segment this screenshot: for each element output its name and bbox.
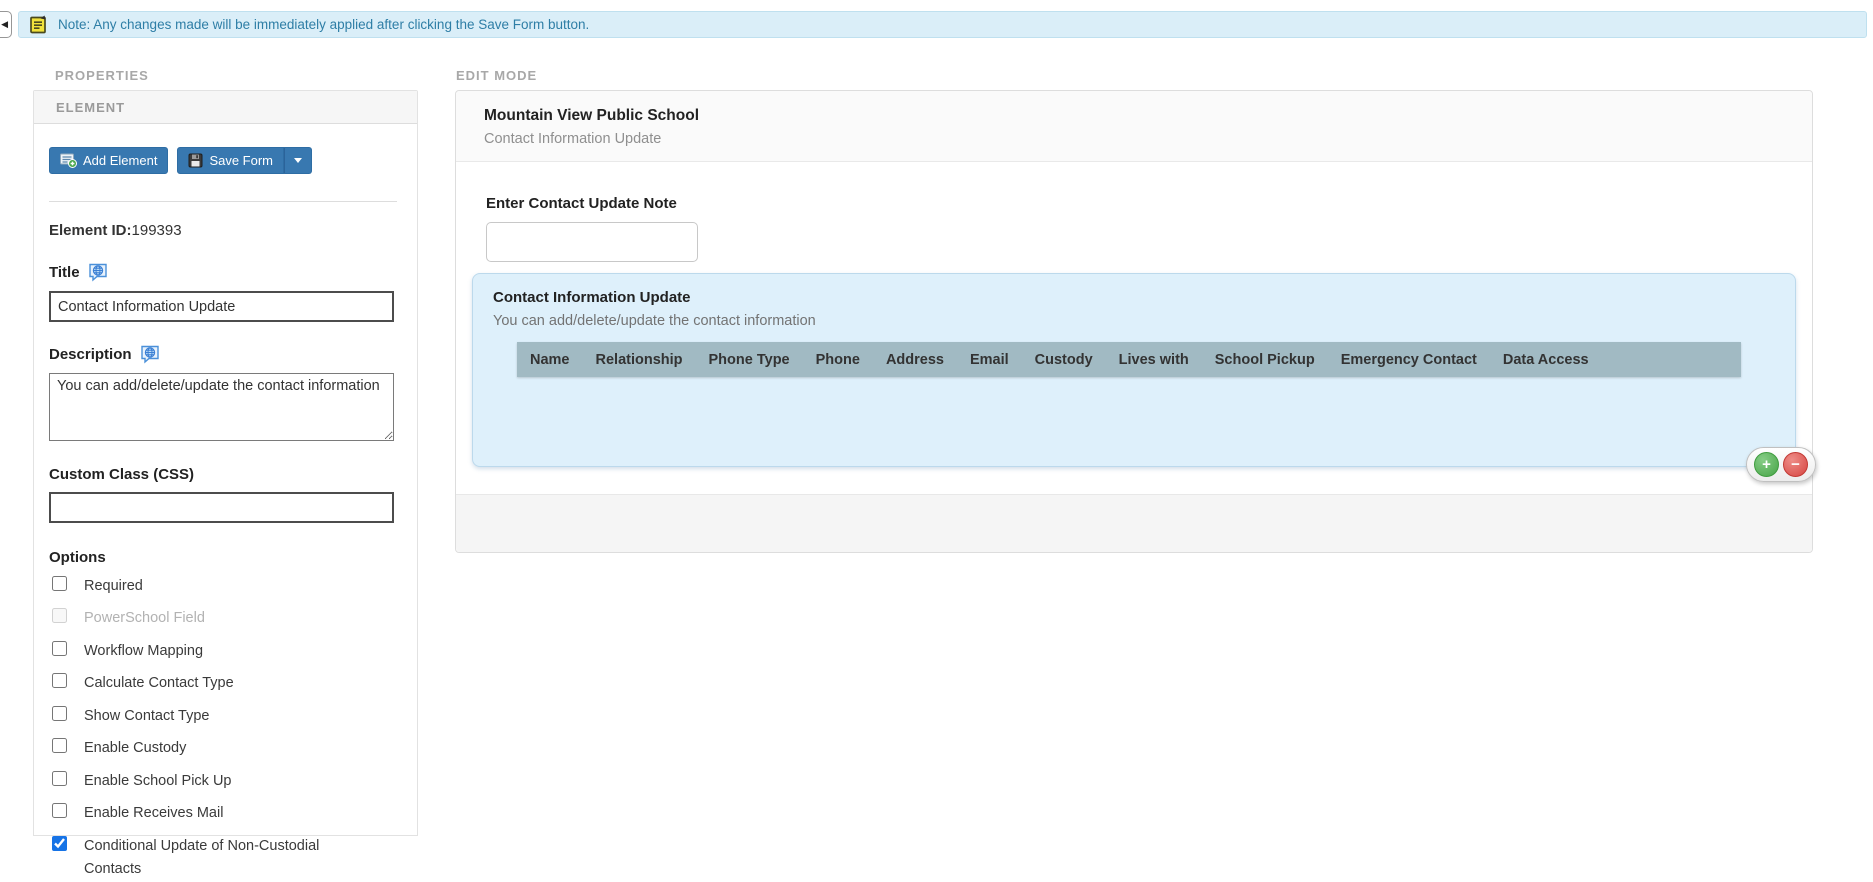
column-header-relationship: Relationship bbox=[583, 352, 696, 368]
option-checkbox[interactable] bbox=[52, 803, 67, 818]
option-checkbox[interactable] bbox=[52, 706, 67, 721]
option-checkbox[interactable] bbox=[52, 738, 67, 753]
form-add-icon bbox=[60, 153, 77, 168]
option-row-calculate-contact-type: Calculate Contact Type bbox=[49, 672, 397, 695]
column-header-emergency-contact: Emergency Contact bbox=[1328, 352, 1490, 368]
form-title: Contact Information Update bbox=[484, 131, 1784, 147]
collapse-arrow-icon: ◀ bbox=[1, 19, 8, 30]
contact-information-block[interactable]: Contact Information Update You can add/d… bbox=[472, 273, 1796, 467]
floppy-disk-icon bbox=[188, 153, 203, 168]
option-row-enable-custody: Enable Custody bbox=[49, 737, 397, 760]
column-header-phone: Phone bbox=[803, 352, 873, 368]
element-id-value: 199393 bbox=[132, 222, 182, 239]
edit-mode-section-label: EDIT MODE bbox=[456, 68, 537, 83]
save-form-label: Save Form bbox=[209, 153, 273, 168]
contact-block-title: Contact Information Update bbox=[493, 289, 1775, 306]
form-footer bbox=[456, 494, 1812, 552]
option-checkbox[interactable] bbox=[52, 836, 67, 851]
column-header-custody: Custody bbox=[1022, 352, 1106, 368]
description-label-row: Description bbox=[49, 344, 397, 364]
option-label: Enable Receives Mail bbox=[84, 802, 223, 825]
option-checkbox[interactable] bbox=[52, 576, 67, 591]
form-header: Mountain View Public School Contact Info… bbox=[456, 91, 1812, 162]
column-header-phone-type: Phone Type bbox=[696, 352, 803, 368]
element-panel-header: ELEMENT bbox=[34, 91, 417, 124]
option-label: Calculate Contact Type bbox=[84, 672, 234, 695]
column-header-address: Address bbox=[873, 352, 957, 368]
option-label: Conditional Update of Non-Custodial Cont… bbox=[84, 835, 336, 882]
option-row-required: Required bbox=[49, 575, 397, 598]
title-label: Title bbox=[49, 264, 80, 281]
element-id-label: Element ID: bbox=[49, 222, 132, 239]
option-label: Enable School Pick Up bbox=[84, 770, 232, 793]
option-row-workflow-mapping: Workflow Mapping bbox=[49, 640, 397, 663]
option-row-show-contact-type: Show Contact Type bbox=[49, 705, 397, 728]
globe-bubble-icon[interactable] bbox=[88, 262, 108, 282]
contact-update-note-input[interactable] bbox=[486, 222, 698, 262]
option-label: Required bbox=[84, 575, 143, 598]
element-id-row: Element ID:199393 bbox=[49, 222, 397, 239]
option-row-powerschool-field: PowerSchool Field bbox=[49, 607, 397, 630]
note-text: Note: Any changes made will be immediate… bbox=[58, 17, 589, 32]
properties-section-label: PROPERTIES bbox=[55, 68, 149, 83]
custom-class-input[interactable] bbox=[49, 492, 394, 523]
option-label: Show Contact Type bbox=[84, 705, 209, 728]
option-row-enable-school-pick-up: Enable School Pick Up bbox=[49, 770, 397, 793]
row-action-buttons: + − bbox=[1746, 447, 1816, 482]
globe-bubble-icon[interactable] bbox=[140, 344, 160, 364]
add-element-label: Add Element bbox=[83, 153, 157, 168]
note-bar: Note: Any changes made will be immediate… bbox=[18, 11, 1867, 38]
form-body: Enter Contact Update Note Contact Inform… bbox=[456, 162, 1812, 467]
toolbar-divider bbox=[49, 201, 397, 202]
save-form-split-button: Save Form bbox=[177, 147, 312, 174]
custom-class-label: Custom Class (CSS) bbox=[49, 466, 397, 483]
caret-down-icon bbox=[294, 158, 302, 163]
title-input[interactable] bbox=[49, 291, 394, 322]
contact-update-note-label: Enter Contact Update Note bbox=[486, 195, 1796, 212]
contact-block-subtitle: You can add/delete/update the contact in… bbox=[493, 313, 1775, 329]
save-form-dropdown-button[interactable] bbox=[284, 147, 312, 174]
plus-circle-icon[interactable]: + bbox=[1754, 452, 1779, 477]
school-name: Mountain View Public School bbox=[484, 107, 1784, 125]
column-header-name: Name bbox=[517, 352, 583, 368]
contact-table-header: Name Relationship Phone Type Phone Addre… bbox=[517, 342, 1741, 377]
option-label: Workflow Mapping bbox=[84, 640, 203, 663]
option-checkbox[interactable] bbox=[52, 771, 67, 786]
element-properties-panel: ELEMENT Add Element bbox=[33, 90, 418, 836]
option-row-enable-receives-mail: Enable Receives Mail bbox=[49, 802, 397, 825]
option-label: Enable Custody bbox=[84, 737, 186, 760]
minus-circle-icon[interactable]: − bbox=[1783, 452, 1808, 477]
option-row-conditional-update: Conditional Update of Non-Custodial Cont… bbox=[49, 835, 397, 882]
save-form-button[interactable]: Save Form bbox=[177, 147, 284, 174]
sidebar-collapse-button[interactable]: ◀ bbox=[0, 11, 12, 38]
title-label-row: Title bbox=[49, 262, 397, 282]
description-textarea[interactable]: You can add/delete/update the contact in… bbox=[49, 373, 394, 441]
description-label: Description bbox=[49, 346, 132, 363]
column-header-data-access: Data Access bbox=[1490, 352, 1602, 368]
column-header-lives-with: Lives with bbox=[1106, 352, 1202, 368]
edit-mode-card: Mountain View Public School Contact Info… bbox=[455, 90, 1813, 553]
options-label: Options bbox=[49, 549, 397, 566]
column-header-school-pickup: School Pickup bbox=[1202, 352, 1328, 368]
option-checkbox bbox=[52, 608, 67, 623]
option-checkbox[interactable] bbox=[52, 673, 67, 688]
add-element-button[interactable]: Add Element bbox=[49, 147, 168, 174]
option-checkbox[interactable] bbox=[52, 641, 67, 656]
option-label: PowerSchool Field bbox=[84, 607, 205, 630]
note-icon bbox=[29, 14, 48, 35]
column-header-email: Email bbox=[957, 352, 1022, 368]
